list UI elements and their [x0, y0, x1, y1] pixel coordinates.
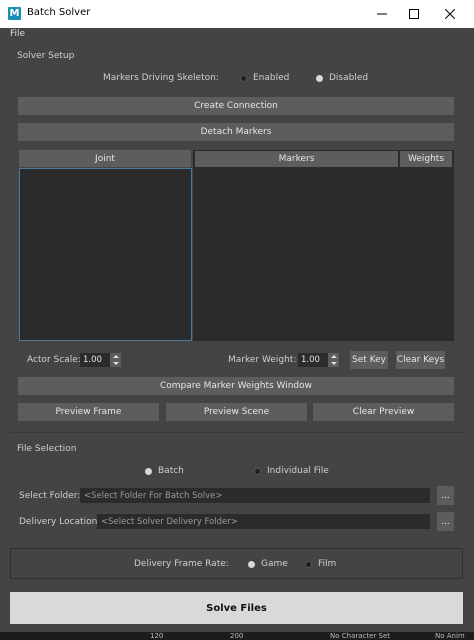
- actor-scale-label: Actor Scale:: [27, 355, 81, 365]
- window-title: Batch Solver: [27, 7, 91, 18]
- close-button[interactable]: [432, 0, 468, 28]
- actor-scale-value[interactable]: 1.00: [80, 353, 110, 367]
- radio-dot-selected: [316, 74, 323, 82]
- solver-setup-heading: Solver Setup: [17, 51, 75, 61]
- minimize-button[interactable]: [364, 0, 400, 28]
- close-icon: [445, 9, 455, 19]
- delivery-frame-rate-label: Delivery Frame Rate:: [134, 559, 229, 569]
- radio-dot: [254, 467, 261, 475]
- radio-film-label: Film: [318, 559, 337, 569]
- marker-weight-value[interactable]: 1.00: [298, 353, 328, 367]
- browse-folder-button[interactable]: ...: [437, 486, 454, 505]
- delivery-location-field[interactable]: <Select Solver Delivery Folder>: [97, 514, 430, 529]
- radio-dot: [305, 560, 312, 568]
- browse-delivery-button[interactable]: ...: [437, 512, 454, 531]
- menu-bar: File: [0, 28, 474, 42]
- joint-list[interactable]: [19, 168, 192, 341]
- solve-files-button[interactable]: Solve Files: [10, 592, 463, 624]
- radio-dot: [240, 74, 247, 82]
- delivery-location-label: Delivery Location:: [19, 517, 101, 527]
- preview-scene-button[interactable]: Preview Scene: [166, 403, 307, 421]
- radio-individual-file[interactable]: Individual File: [254, 466, 329, 476]
- menu-file[interactable]: File: [10, 29, 25, 39]
- spin-arrows-icon[interactable]: [328, 353, 339, 367]
- status-a: 120: [150, 632, 164, 640]
- select-folder-label: Select Folder:: [19, 491, 81, 501]
- maya-app-icon: M: [8, 7, 21, 20]
- title-bar: M Batch Solver: [0, 0, 474, 28]
- clear-keys-button[interactable]: Clear Keys: [396, 351, 445, 369]
- compare-marker-weights-button[interactable]: Compare Marker Weights Window: [18, 377, 454, 395]
- radio-disabled-label: Disabled: [329, 73, 369, 83]
- marker-weight-label: Marker Weight:: [228, 355, 297, 365]
- file-selection-heading: File Selection: [17, 444, 77, 454]
- detach-markers-button[interactable]: Detach Markers: [18, 123, 454, 141]
- radio-batch-label: Batch: [158, 466, 184, 476]
- spin-arrows-icon[interactable]: [110, 353, 121, 367]
- radio-dot-selected: [248, 560, 255, 568]
- status-anim: No Anim: [435, 632, 465, 640]
- status-character-set: No Character Set: [330, 632, 391, 640]
- clear-preview-button[interactable]: Clear Preview: [313, 403, 454, 421]
- create-connection-button[interactable]: Create Connection: [18, 97, 454, 115]
- radio-film[interactable]: Film: [305, 559, 336, 569]
- marker-weight-spinbox[interactable]: 1.00: [298, 353, 339, 367]
- weights-column-header[interactable]: Weights: [400, 151, 452, 167]
- status-b: 200: [230, 632, 244, 640]
- status-strip: 120 200 No Character Set No Anim: [0, 632, 474, 640]
- maximize-button[interactable]: [396, 0, 432, 28]
- radio-enabled[interactable]: Enabled: [240, 73, 289, 83]
- radio-game[interactable]: Game: [248, 559, 288, 569]
- radio-disabled[interactable]: Disabled: [316, 73, 368, 83]
- joint-column-header[interactable]: Joint: [19, 150, 191, 167]
- delivery-frame-rate-box: [10, 548, 463, 579]
- actor-scale-spinbox[interactable]: 1.00: [80, 353, 121, 367]
- maximize-icon: [409, 9, 419, 19]
- radio-game-label: Game: [261, 559, 288, 569]
- preview-frame-button[interactable]: Preview Frame: [18, 403, 159, 421]
- markers-table[interactable]: [193, 150, 454, 341]
- radio-batch[interactable]: Batch: [145, 466, 184, 476]
- markers-driving-label: Markers Driving Skeleton:: [103, 73, 219, 83]
- radio-individual-label: Individual File: [267, 466, 329, 476]
- select-folder-field[interactable]: <Select Folder For Batch Solve>: [80, 488, 430, 503]
- set-key-button[interactable]: Set Key: [350, 351, 388, 369]
- section-divider: [10, 432, 464, 433]
- radio-enabled-label: Enabled: [253, 73, 290, 83]
- minimize-icon: [377, 13, 387, 15]
- markers-column-header[interactable]: Markers: [195, 151, 398, 167]
- radio-dot-selected: [145, 467, 152, 475]
